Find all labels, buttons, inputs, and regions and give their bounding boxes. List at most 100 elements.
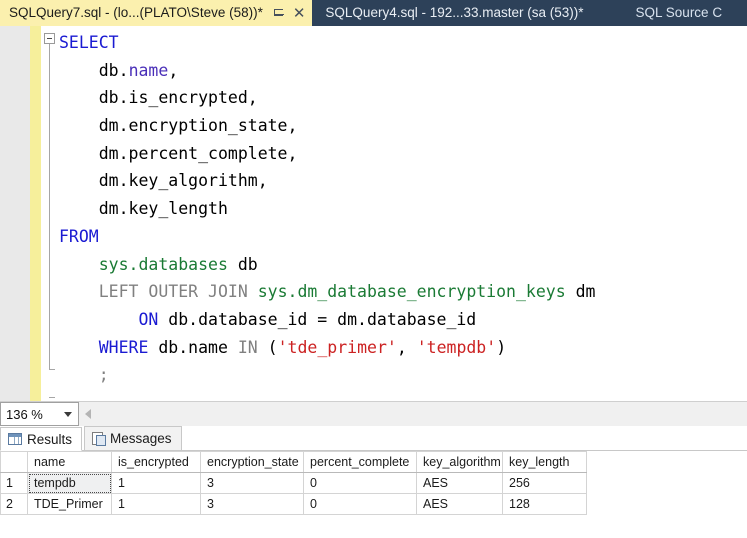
grid-cell[interactable]: 1	[111, 472, 201, 494]
column-header-encryption-state[interactable]: encryption_state	[200, 451, 304, 473]
tool-window-label[interactable]: SQL Source C	[636, 0, 723, 26]
grid-cell[interactable]: 128	[502, 493, 587, 515]
grid-cell[interactable]: 3	[200, 493, 304, 515]
chevron-down-icon[interactable]	[64, 411, 72, 417]
code-token: LEFT OUTER JOIN	[98, 282, 248, 302]
sql-editor[interactable]: SELECT db.name, db.is_encrypted, dm.encr…	[0, 26, 747, 401]
code-line: dm.key_algorithm,	[59, 167, 747, 195]
editor-horizontal-scrollbar[interactable]	[79, 402, 747, 426]
table-row[interactable]: 1 tempdb 1 3 0 AES 256	[0, 472, 587, 494]
column-header-is-encrypted[interactable]: is_encrypted	[111, 451, 201, 473]
zoom-level-combobox[interactable]: 136 %	[0, 402, 79, 426]
code-token: ;	[98, 365, 109, 385]
tab-sqlquery7-icons: ✕	[273, 6, 306, 21]
zoom-level-value: 136 %	[6, 406, 43, 422]
code-token: ,	[168, 60, 179, 80]
code-token: db.database_id = dm.database_id	[158, 309, 477, 329]
code-token: db	[227, 254, 258, 274]
grid-cell[interactable]: AES	[416, 493, 503, 515]
grid-cell[interactable]: 0	[303, 472, 417, 494]
column-header-key-algorithm[interactable]: key_algorithm	[416, 451, 503, 473]
code-line: dm.key_length	[59, 195, 747, 223]
code-token: ON	[138, 309, 159, 329]
grid-cell[interactable]: 256	[502, 472, 587, 494]
code-line: sys.databases db	[59, 251, 747, 279]
editor-gutter	[0, 26, 30, 401]
code-line: db.is_encrypted,	[59, 84, 747, 112]
column-header-key-length[interactable]: key_length	[502, 451, 587, 473]
code-token: FROM	[59, 226, 99, 246]
column-header-name[interactable]: name	[27, 451, 112, 473]
code-token: ,	[247, 88, 258, 108]
close-icon[interactable]: ✕	[293, 6, 306, 21]
scroll-left-arrow-icon[interactable]	[85, 409, 91, 419]
code-token: 'tempdb'	[416, 337, 497, 357]
editor-change-bar	[30, 26, 41, 401]
tab-results-label: Results	[27, 431, 73, 447]
code-token: sys.databases	[98, 254, 228, 274]
code-token: )	[496, 337, 507, 357]
grid-cell[interactable]: AES	[416, 472, 503, 494]
code-line: dm.encryption_state,	[59, 112, 747, 140]
results-grid-header-row: name is_encrypted encryption_state perce…	[0, 451, 587, 473]
code-line: FROM	[59, 223, 747, 251]
code-token: SELECT	[59, 33, 119, 52]
code-token: ,	[287, 143, 298, 163]
results-grid[interactable]: name is_encrypted encryption_state perce…	[0, 451, 587, 515]
outline-region-end-tick	[49, 369, 55, 370]
tab-sqlquery7[interactable]: SQLQuery7.sql - (lo...(PLATO\Steve (58))…	[0, 0, 313, 26]
code-token: dm.key_length	[98, 199, 228, 219]
messages-icon	[92, 432, 107, 446]
code-line: db.name,	[59, 57, 747, 85]
code-token: IN	[237, 337, 258, 357]
code-token: db.is_encrypted	[98, 88, 248, 108]
ssms-window: SQLQuery7.sql - (lo...(PLATO\Steve (58))…	[0, 0, 747, 538]
grid-cell[interactable]: TDE_Primer	[27, 493, 112, 515]
results-pane: Results Messages name is_encrypted encry…	[0, 426, 747, 538]
code-line: ON db.database_id = dm.database_id	[59, 306, 747, 334]
editor-tab-bar: SQLQuery7.sql - (lo...(PLATO\Steve (58))…	[0, 0, 747, 26]
code-token: ,	[287, 116, 298, 136]
outline-region-line	[49, 44, 50, 369]
grid-cell[interactable]: 0	[303, 493, 417, 515]
results-tab-strip: Results Messages	[0, 426, 747, 451]
column-header-percent-complete[interactable]: percent_complete	[303, 451, 417, 473]
tab-results[interactable]: Results	[0, 427, 83, 451]
row-number-header	[0, 451, 28, 473]
code-token: WHERE	[98, 337, 149, 357]
code-token: db.	[98, 60, 129, 80]
sql-code-text[interactable]: SELECT db.name, db.is_encrypted, dm.encr…	[59, 29, 747, 389]
grid-cell[interactable]: 3	[200, 472, 304, 494]
grid-cell[interactable]: 1	[111, 493, 201, 515]
code-token: name	[188, 337, 228, 357]
code-token: dm.percent_complete	[98, 143, 288, 163]
tab-messages-label: Messages	[110, 431, 172, 446]
grid-icon	[8, 433, 22, 445]
collapse-region-toggle-icon[interactable]	[44, 33, 55, 44]
code-token: dm.key_algorithm	[98, 171, 258, 191]
row-number-cell[interactable]: 1	[0, 472, 28, 494]
editor-outline-column	[41, 26, 59, 401]
code-token: ,	[396, 337, 417, 357]
editor-zoom-bar: 136 %	[0, 401, 747, 426]
code-token: dm.encryption_state	[98, 116, 288, 136]
code-line: SELECT	[59, 29, 747, 57]
tab-sqlquery7-label: SQLQuery7.sql - (lo...(PLATO\Steve (58))…	[9, 5, 263, 20]
tab-sqlquery4[interactable]: SQLQuery4.sql - 192...33.master (sa (53)…	[312, 0, 591, 26]
table-row[interactable]: 2 TDE_Primer 1 3 0 AES 128	[0, 493, 587, 515]
results-grid-head: name is_encrypted encryption_state perce…	[0, 451, 587, 473]
code-line: WHERE db.name IN ('tde_primer', 'tempdb'…	[59, 334, 747, 362]
row-number-cell[interactable]: 2	[0, 493, 28, 515]
code-token: name	[128, 60, 169, 80]
code-token: 'tde_primer'	[277, 337, 397, 357]
grid-cell[interactable]: tempdb	[27, 472, 112, 494]
tab-messages[interactable]: Messages	[84, 426, 182, 450]
results-grid-body: 1 tempdb 1 3 0 AES 256 2 TDE_Primer 1 3 0 AES 128	[0, 472, 587, 515]
code-token: sys.dm_database_encryption_keys	[257, 282, 566, 302]
pin-icon[interactable]	[273, 7, 284, 19]
code-token: dm	[565, 282, 596, 302]
outline-region-end-tick-2	[49, 397, 55, 398]
code-line: dm.percent_complete,	[59, 140, 747, 168]
